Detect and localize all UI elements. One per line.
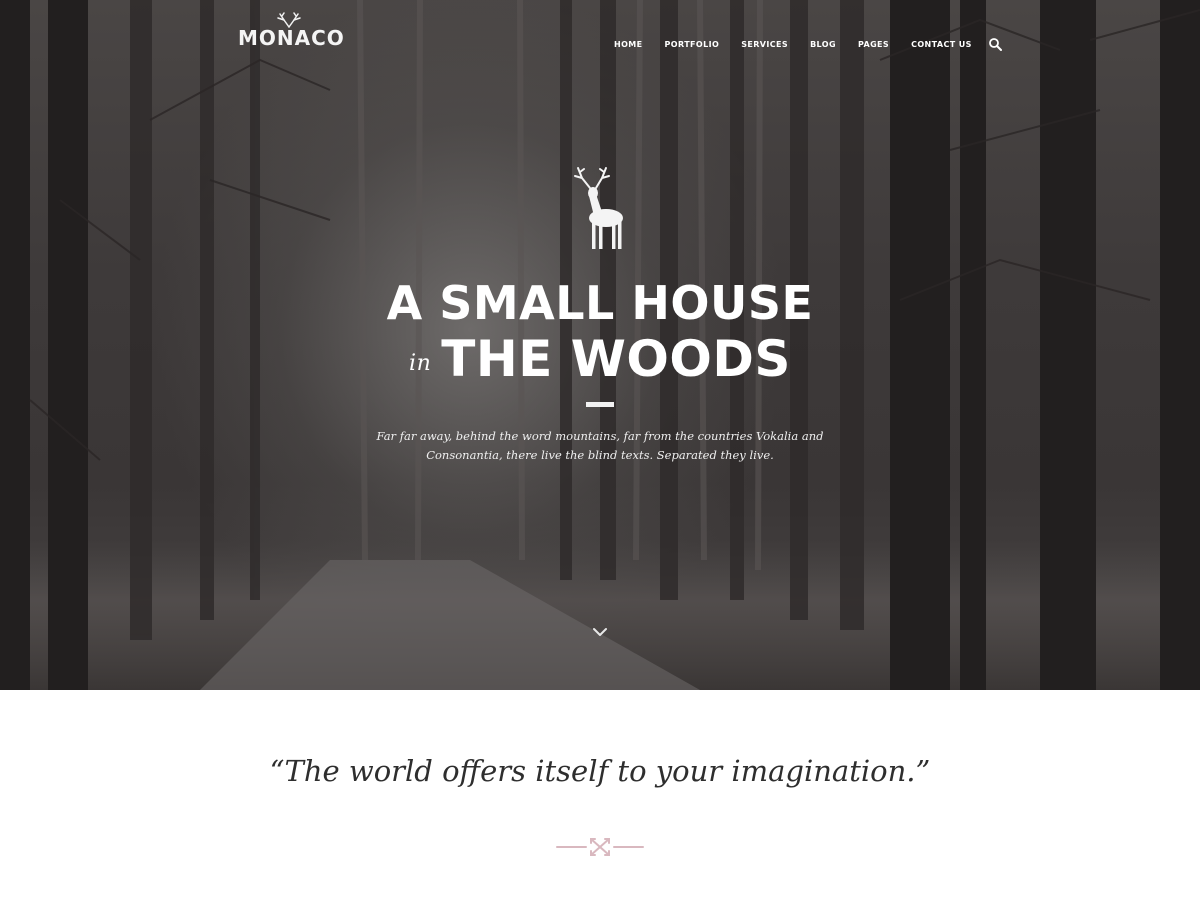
hero-headline-line1: A SMALL HOUSE bbox=[386, 276, 814, 330]
brand-name: MONACO bbox=[238, 26, 345, 50]
deer-icon bbox=[574, 167, 623, 249]
hero-headline-line2: in THE WOODS bbox=[0, 330, 1200, 388]
nav-item-pages[interactable]: PAGES bbox=[858, 40, 889, 49]
crossed-arrows-icon bbox=[556, 838, 644, 856]
nav-item-home[interactable]: HOME bbox=[614, 40, 643, 49]
hero-headline-in: in bbox=[409, 351, 432, 376]
hero-headline-words: THE WOODS bbox=[441, 330, 791, 388]
nav-item-services[interactable]: SERVICES bbox=[741, 40, 788, 49]
main-nav: HOME PORTFOLIO SERVICES BLOG PAGES CONTA… bbox=[614, 37, 1002, 51]
nav-item-blog[interactable]: BLOG bbox=[810, 40, 836, 49]
hero-divider bbox=[586, 402, 614, 407]
hero-subtitle: Far far away, behind the word mountains,… bbox=[350, 427, 850, 465]
hero-subtitle-line2: Consonantia, there live the blind texts.… bbox=[426, 448, 774, 462]
search-icon[interactable] bbox=[988, 37, 1002, 51]
nav-item-contact[interactable]: CONTACT US bbox=[911, 40, 972, 49]
hero-section: MONACO HOME PORTFOLIO SERVICES BLOG PAGE… bbox=[0, 0, 1200, 690]
chevron-down-icon[interactable] bbox=[590, 624, 610, 640]
quote-text: “The world offers itself to your imagina… bbox=[269, 754, 931, 788]
hero-subtitle-line1: Far far away, behind the word mountains,… bbox=[376, 429, 824, 443]
brand-logo[interactable]: MONACO bbox=[238, 12, 344, 52]
nav-item-portfolio[interactable]: PORTFOLIO bbox=[665, 40, 720, 49]
